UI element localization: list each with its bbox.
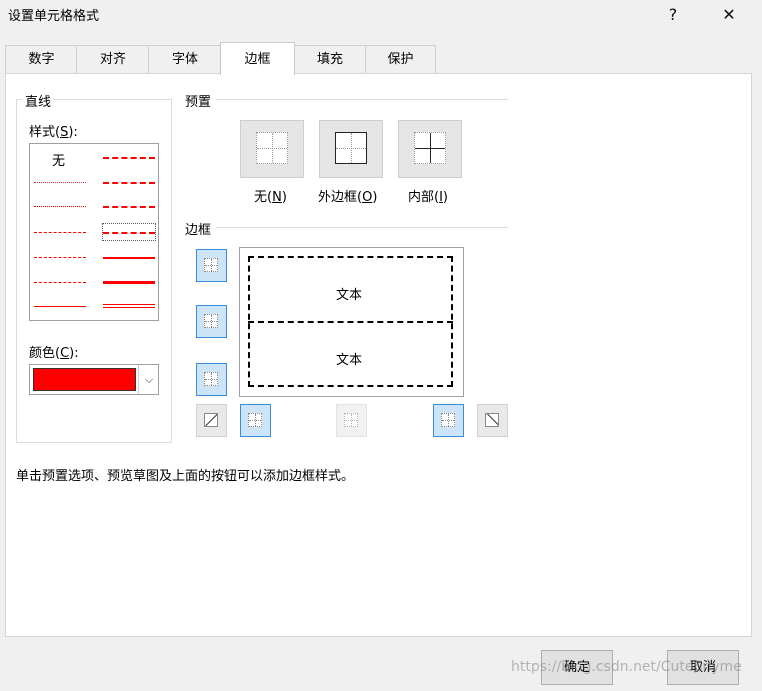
line-style-dash-dot-dot[interactable]	[34, 232, 86, 233]
border-right-button[interactable]	[433, 404, 464, 437]
chevron-down-icon[interactable]: ⌵	[138, 365, 159, 394]
preset-none-label: 无(N)	[254, 190, 287, 205]
line-style-dashed[interactable]	[34, 282, 86, 283]
preset-inside-icon	[414, 132, 446, 164]
line-style-double[interactable]	[103, 304, 155, 308]
presets-group-title: 预置	[182, 91, 215, 110]
border-left-icon	[248, 413, 262, 427]
border-inside-horizontal-icon	[204, 314, 218, 328]
border-group-title: 边框	[182, 219, 215, 238]
preset-none-icon	[256, 132, 288, 164]
line-style-thin[interactable]	[34, 306, 86, 307]
dialog-title: 设置单元格格式	[8, 9, 100, 24]
tab-fill[interactable]: 填充	[293, 45, 367, 74]
tab-border[interactable]: 边框	[220, 42, 295, 75]
border-inside-horizontal-button[interactable]	[196, 305, 227, 338]
diagonal-down-icon	[485, 413, 499, 427]
style-label: 样式(S):	[29, 125, 78, 140]
presets-separator	[216, 99, 508, 100]
preset-outline-button[interactable]	[319, 120, 383, 178]
color-dropdown[interactable]: ⌵	[29, 364, 159, 395]
border-separator	[216, 227, 508, 228]
line-group-title: 直线	[22, 91, 55, 110]
tab-number[interactable]: 数字	[5, 45, 78, 74]
border-right-icon	[441, 413, 455, 427]
border-inside-vertical-icon	[344, 413, 358, 427]
border-top-button[interactable]	[196, 249, 227, 282]
line-style-none[interactable]: 无	[52, 150, 65, 169]
border-bottom-button[interactable]	[196, 363, 227, 396]
help-button[interactable]: ?	[650, 2, 696, 28]
line-style-medium-dash-dot[interactable]	[103, 206, 155, 208]
border-preview[interactable]: 文本 文本	[239, 247, 464, 397]
tab-protection[interactable]: 保护	[365, 45, 436, 74]
tab-alignment[interactable]: 对齐	[76, 45, 150, 74]
line-style-medium-dash-dot-dot[interactable]	[103, 157, 155, 159]
line-style-dotted[interactable]	[34, 206, 86, 207]
close-icon: ✕	[722, 5, 736, 24]
line-style-thick[interactable]	[103, 281, 155, 284]
line-style-dash-dot[interactable]	[34, 257, 86, 258]
border-inside-vertical-button[interactable]	[336, 404, 367, 437]
border-left-button[interactable]	[240, 404, 271, 437]
preset-none-button[interactable]	[240, 120, 304, 178]
color-swatch	[33, 368, 136, 391]
preview-text-top: 文本	[336, 288, 363, 303]
line-style-hair[interactable]	[34, 182, 86, 183]
border-bottom-icon	[204, 372, 218, 386]
border-diagonal-down-button[interactable]	[477, 404, 508, 437]
diagonal-up-icon	[204, 413, 218, 427]
hint-text: 单击预置选项、预览草图及上面的按钮可以添加边框样式。	[16, 469, 355, 484]
color-label: 颜色(C):	[29, 346, 79, 361]
line-style-medium[interactable]	[103, 257, 155, 259]
line-style-list[interactable]: 无	[29, 143, 159, 321]
border-top-icon	[204, 258, 218, 272]
watermark: https://blog.csdn.net/CuteSnyme	[511, 659, 742, 675]
line-style-slant-dash-dot[interactable]	[103, 182, 155, 184]
line-style-medium-dashed[interactable]	[103, 232, 155, 234]
preset-outline-icon	[335, 132, 367, 164]
preview-inside-line	[248, 321, 453, 323]
tab-font[interactable]: 字体	[148, 45, 222, 74]
close-button[interactable]: ✕	[706, 2, 752, 28]
preset-inside-button[interactable]	[398, 120, 462, 178]
preview-text-bottom: 文本	[336, 353, 363, 368]
preset-inside-label: 内部(I)	[408, 190, 448, 205]
border-diagonal-up-button[interactable]	[196, 404, 227, 437]
preset-outline-label: 外边框(O)	[318, 190, 378, 205]
